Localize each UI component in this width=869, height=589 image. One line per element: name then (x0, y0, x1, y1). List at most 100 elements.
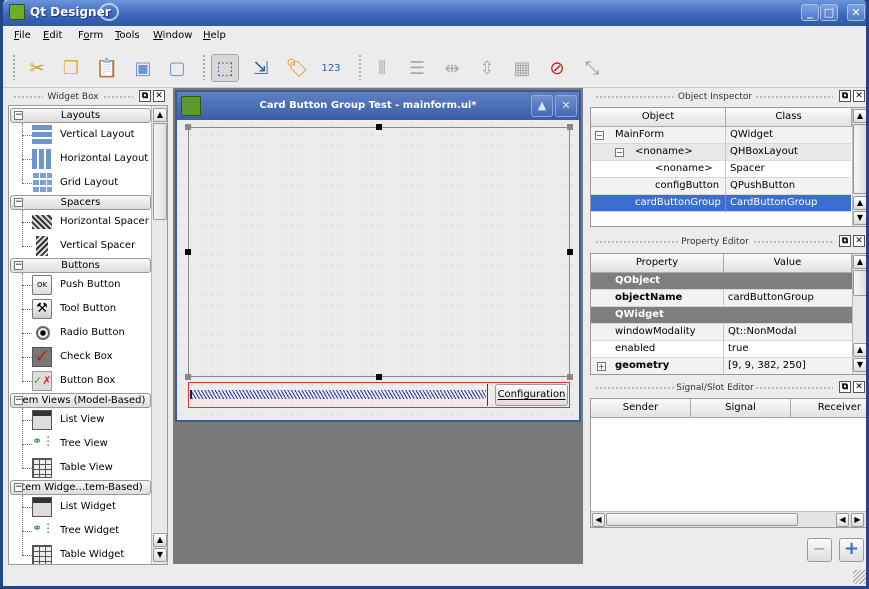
float-button[interactable]: ⧉ (839, 90, 851, 102)
property-value[interactable]: Qt::NonModal (728, 324, 796, 340)
scroll-down-button[interactable]: ▼ (853, 211, 866, 225)
widget-item-push-button[interactable]: OK Push Button (9, 273, 151, 297)
column-header-value[interactable]: Value (724, 254, 852, 273)
object-row[interactable]: − <noname> QHBoxLayout (591, 144, 851, 161)
widget-item-grid-layout[interactable]: Grid Layout (9, 171, 151, 195)
column-header-receiver[interactable]: Receiver (791, 399, 866, 418)
category-spacers[interactable]: − Spacers (10, 195, 151, 210)
widget-item-button-box[interactable]: ✓✗ Button Box (9, 369, 151, 393)
category-buttons[interactable]: − Buttons (10, 258, 151, 273)
property-value[interactable]: cardButtonGroup (728, 290, 814, 306)
form-title-bar[interactable]: Card Button Group Test - mainform.ui* ▲ … (177, 92, 579, 120)
menu-window[interactable]: Window (153, 30, 192, 41)
widget-item-list-widget[interactable]: List Widget (9, 495, 151, 519)
dock-grip[interactable] (753, 240, 833, 244)
object-row-selected[interactable]: cardButtonGroup CardButtonGroup (591, 195, 851, 212)
scroll-up-button[interactable]: ▲ (153, 108, 167, 122)
column-header-object[interactable]: Object (591, 108, 726, 127)
widget-item-tree-view[interactable]: ⚭⋮ Tree View (9, 432, 151, 456)
widget-item-table-view[interactable]: Table View (9, 456, 151, 480)
property-row-enabled[interactable]: enabled true (591, 341, 852, 358)
property-group-qwidget[interactable]: QWidget (591, 307, 852, 324)
close-panel-button[interactable]: ✕ (853, 235, 865, 247)
toolbar-grip[interactable] (202, 54, 206, 80)
column-header-sender[interactable]: Sender (591, 399, 691, 418)
cut-icon[interactable]: ✂ (23, 54, 51, 82)
float-button[interactable]: ⧉ (139, 90, 151, 102)
resize-handle[interactable] (376, 374, 382, 380)
horizontal-scrollbar[interactable]: ◀ ◀ ▶ (591, 511, 866, 527)
scroll-left-button[interactable]: ◀ (592, 513, 605, 527)
edit-signals-slots-icon[interactable]: ⇲ (247, 54, 275, 82)
widget-item-tree-widget[interactable]: ⚭⋮ Tree Widget (9, 519, 151, 543)
menu-file[interactable]: File (14, 30, 31, 41)
bring-to-front-icon[interactable]: ▢ (163, 54, 191, 82)
widget-box-scrollbar[interactable]: ▲ ▲ ▼ (151, 106, 167, 564)
close-panel-button[interactable]: ✕ (853, 381, 865, 393)
widget-item-horizontal-layout[interactable]: Horizontal Layout (9, 147, 151, 171)
scroll-thumb[interactable] (853, 124, 866, 194)
minimize-button[interactable]: _ (801, 4, 819, 21)
collapse-icon[interactable]: − (615, 148, 624, 157)
layout-vertical-splitter-icon[interactable]: ⇳ (473, 54, 501, 82)
resize-handle[interactable] (567, 249, 573, 255)
object-row[interactable]: configButton QPushButton (591, 178, 851, 195)
menu-tools[interactable]: Tools (115, 30, 140, 41)
dock-grip[interactable] (13, 95, 43, 99)
category-item-widgets[interactable]: − Item Widge...tem-Based) (10, 480, 151, 495)
form-canvas[interactable]: Configuration (177, 120, 579, 420)
resize-handle[interactable] (567, 374, 573, 380)
property-row-geometry[interactable]: + geometry [9, 9, 382, 250] (591, 358, 852, 374)
widget-item-table-widget[interactable]: Table Widget (9, 543, 151, 564)
widget-item-horizontal-spacer[interactable]: Horizontal Spacer (9, 210, 151, 234)
property-group-qobject[interactable]: QObject (591, 273, 852, 290)
toolbar-grip[interactable] (12, 54, 16, 80)
scroll-up-button[interactable]: ▲ (153, 533, 167, 547)
close-panel-button[interactable]: ✕ (153, 90, 165, 102)
widget-item-check-box[interactable]: ✓ Check Box (9, 345, 151, 369)
object-inspector-scrollbar[interactable]: ▲ ▲ ▼ (852, 108, 866, 226)
scroll-right-button[interactable]: ▶ (851, 513, 864, 527)
resize-handle[interactable] (185, 124, 191, 130)
break-layout-icon[interactable]: ⊘ (543, 54, 571, 82)
menu-edit[interactable]: Edit (43, 30, 62, 41)
close-panel-button[interactable]: ✕ (853, 90, 865, 102)
widget-item-list-view[interactable]: List View (9, 408, 151, 432)
scroll-thumb[interactable] (153, 123, 167, 220)
scroll-up-button[interactable]: ▲ (853, 196, 866, 210)
widget-item-vertical-spacer[interactable]: Vertical Spacer (9, 234, 151, 258)
object-row[interactable]: <noname> Spacer (591, 161, 851, 178)
adjust-size-icon[interactable]: ⤡ (578, 54, 606, 82)
horizontal-spacer[interactable] (190, 390, 486, 399)
edit-tab-order-icon[interactable]: 123 (317, 54, 345, 82)
resize-handle[interactable] (185, 249, 191, 255)
paste-icon[interactable]: 📋 (93, 54, 121, 82)
remove-connection-button[interactable]: − (807, 538, 832, 562)
dock-grip[interactable] (595, 240, 680, 244)
toolbar-grip[interactable] (358, 54, 362, 80)
resize-handle[interactable] (376, 124, 382, 130)
category-item-views[interactable]: − Item Views (Model-Based) (10, 393, 151, 408)
dock-grip[interactable] (595, 95, 675, 99)
property-row-objectname[interactable]: objectName cardButtonGroup (591, 290, 852, 307)
card-button-group-widget[interactable] (188, 127, 570, 377)
scroll-thumb[interactable] (606, 513, 798, 526)
widget-item-radio-button[interactable]: Radio Button (9, 321, 151, 345)
add-connection-button[interactable]: + (839, 538, 864, 562)
layout-vertical-icon[interactable]: ☰ (403, 54, 431, 82)
float-button[interactable]: ⧉ (839, 381, 851, 393)
float-button[interactable]: ⧉ (839, 235, 851, 247)
close-button[interactable]: ✕ (847, 4, 865, 21)
edit-buddies-icon[interactable]: 🏷 (283, 54, 311, 82)
property-editor-scrollbar[interactable]: ▲ ▲ ▼ (852, 254, 866, 374)
resize-handle[interactable] (185, 374, 191, 380)
property-value[interactable]: true (728, 341, 749, 357)
column-header-class[interactable]: Class (726, 108, 852, 127)
layout-horizontal-icon[interactable]: ⫴ (368, 54, 396, 82)
category-layouts[interactable]: − Layouts (10, 108, 151, 123)
dock-grip[interactable] (103, 95, 133, 99)
title-bar[interactable]: Qt Designer _ □ ✕ (3, 0, 866, 26)
widget-item-vertical-layout[interactable]: Vertical Layout (9, 123, 151, 147)
size-grip[interactable] (853, 570, 866, 584)
layout-horizontal-splitter-icon[interactable]: ⇹ (438, 54, 466, 82)
